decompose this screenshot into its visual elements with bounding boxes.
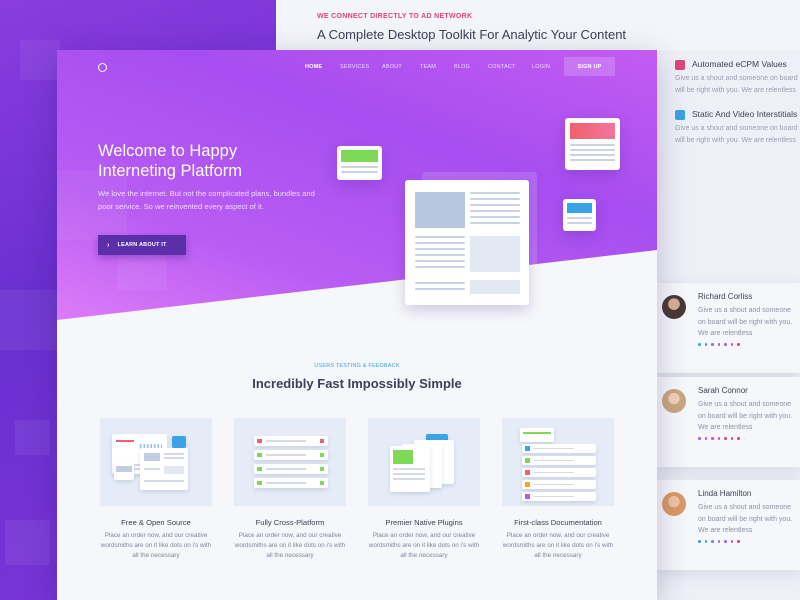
testimonial-text: Give us a shout and someone on board wil…	[698, 504, 793, 534]
nav-home[interactable]: HOME	[305, 64, 322, 70]
feature-card[interactable]: Fully Cross-Platform Place an order now,…	[234, 418, 346, 561]
card-desc: Place an order now, and our creative wor…	[368, 532, 480, 559]
avatar	[662, 492, 686, 516]
card-title: First-class Documentation	[514, 518, 602, 527]
card-title: Premier Native Plugins	[385, 518, 463, 527]
testimonial-card: Sarah Connor Give us a shout and someone…	[657, 377, 800, 467]
feature-desc: Give us a shout and someone on board wil…	[675, 75, 798, 94]
section-title: Incredibly Fast Impossibly Simple	[252, 376, 462, 391]
card-desc: Place an order now, and our creative wor…	[502, 532, 614, 559]
rocket-icon	[675, 60, 685, 70]
testimonial-name: Linda Hamilton	[698, 489, 752, 498]
feature-card[interactable]: Premier Native Plugins Place an order no…	[368, 418, 480, 561]
card-desc: Place an order now, and our creative wor…	[100, 532, 212, 559]
testimonial-card: Richard Corliss Give us a shout and some…	[657, 283, 800, 373]
section-eyebrow: USERS TESTING & FEEDBACK	[314, 363, 400, 369]
hero-title: Welcome to Happy Interneting Platform	[98, 142, 242, 180]
feature-card[interactable]: First-class Documentation Place an order…	[502, 418, 614, 561]
feature-card[interactable]: Free & Open Source Place an order now, a…	[100, 418, 212, 561]
background-heading: A Complete Desktop Toolkit For Analytic …	[317, 27, 627, 42]
rating-dots	[698, 540, 740, 543]
background-header	[276, 0, 800, 50]
cta-label: LEARN ABOUT IT	[117, 242, 167, 248]
card-title: Fully Cross-Platform	[255, 518, 325, 527]
background-eyebrow: WE CONNECT DIRECTLY TO AD NETWORK	[317, 13, 473, 20]
avatar	[662, 389, 686, 413]
card-thumbnail	[502, 418, 614, 506]
feature-title: Automated eCPM Values	[692, 59, 787, 69]
logo-icon[interactable]	[98, 63, 107, 72]
chevron-right-icon: ›	[107, 241, 110, 249]
card-desc: Place an order now, and our creative wor…	[234, 532, 346, 559]
testimonial-name: Sarah Connor	[698, 386, 748, 395]
hero-subtitle: We love the internet. But not the compli…	[98, 189, 315, 211]
feature-title: Static And Video Interstitials	[692, 109, 798, 119]
nav-blog[interactable]: BLOG	[454, 64, 470, 70]
card-thumbnail	[368, 418, 480, 506]
learn-more-button[interactable]: › LEARN ABOUT IT	[98, 235, 186, 255]
card-thumbnail	[100, 418, 212, 506]
rating-dots	[698, 437, 740, 440]
testimonial-text: Give us a shout and someone on board wil…	[698, 401, 793, 431]
testimonial-card: Linda Hamilton Give us a shout and someo…	[657, 480, 800, 570]
nav-about[interactable]: ABOUT	[382, 64, 402, 70]
heart-icon	[675, 110, 685, 120]
nav-services[interactable]: SERVICES	[340, 64, 369, 70]
card-thumbnail	[234, 418, 346, 506]
card-title: Free & Open Source	[121, 518, 191, 527]
avatar	[662, 295, 686, 319]
feature-desc: Give us a shout and someone on board wil…	[675, 125, 798, 144]
testimonial-name: Richard Corliss	[698, 292, 753, 301]
signup-button[interactable]: SIGN UP	[564, 57, 615, 76]
landing-page-card: HOME SERVICES ABOUT TEAM BLOG CONTACT LO…	[57, 50, 657, 600]
nav-team[interactable]: TEAM	[420, 64, 436, 70]
testimonial-text: Give us a shout and someone on board wil…	[698, 307, 793, 337]
nav-login[interactable]: LOGIN	[532, 64, 550, 70]
nav-contact[interactable]: CONTACT	[488, 64, 516, 70]
rating-dots	[698, 343, 740, 346]
